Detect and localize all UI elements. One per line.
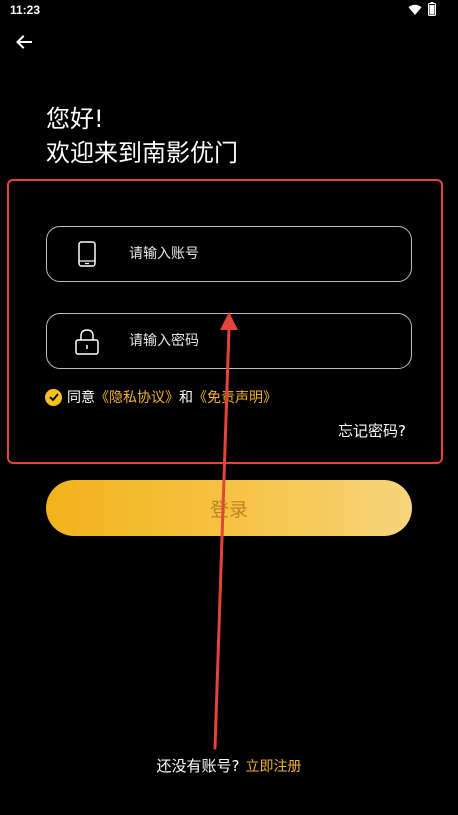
login-button[interactable]: 登录 <box>46 480 412 536</box>
agree-and: 和 <box>179 390 193 406</box>
greeting-line2: 欢迎来到南影优门 <box>46 139 238 167</box>
lock-icon <box>47 328 127 355</box>
forgot-password-link[interactable]: 忘记密码? <box>338 420 406 441</box>
agree-checkbox[interactable] <box>45 388 62 406</box>
wifi-icon <box>408 1 422 20</box>
battery-icon <box>428 1 436 20</box>
account-input[interactable] <box>129 246 411 262</box>
back-button[interactable] <box>12 32 36 56</box>
status-icons <box>408 1 436 20</box>
register-link[interactable]: 立即注册 <box>245 759 301 775</box>
register-row: 还没有账号? 立即注册 <box>0 755 458 776</box>
privacy-link[interactable]: 《隐私协议》 <box>95 387 179 407</box>
disclaimer-link[interactable]: 《免责声明》 <box>193 387 277 407</box>
account-field[interactable] <box>46 226 412 282</box>
status-time: 11:23 <box>10 3 41 17</box>
status-bar: 11:23 <box>0 0 458 22</box>
greeting: 您好! 欢迎来到南影优门 <box>46 102 238 170</box>
no-account-text: 还没有账号? <box>156 757 240 775</box>
greeting-line1: 您好! <box>46 105 104 133</box>
agreement-row: 同意 《隐私协议》 和 《免责声明》 <box>45 387 277 407</box>
agree-prefix: 同意 <box>67 390 95 406</box>
password-input[interactable] <box>129 333 411 349</box>
arrow-left-icon <box>15 33 33 55</box>
phone-icon <box>47 241 127 267</box>
password-field[interactable] <box>46 313 412 369</box>
